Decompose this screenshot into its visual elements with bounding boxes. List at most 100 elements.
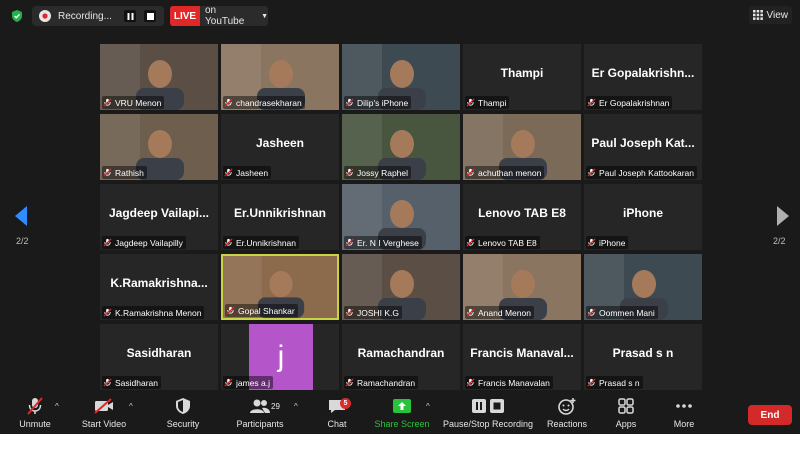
participant-name: Er. N I Verghese [357, 237, 419, 248]
participant-name: Prasad s n [599, 377, 640, 388]
page-indicator-right: 2/2 [773, 236, 786, 246]
live-badge: LIVE [170, 6, 200, 26]
participant-caption: Sasidharan [102, 376, 162, 389]
end-meeting-button[interactable]: End [748, 405, 792, 425]
participant-caption: iPhone [586, 236, 629, 249]
muted-mic-icon [345, 98, 354, 107]
participant-caption: Oommen Mani [586, 306, 658, 319]
participant-name: Francis Manavalan [478, 377, 550, 388]
participant-caption: Paul Joseph Kattookaran [586, 166, 697, 179]
participant-name: Thampi [478, 97, 507, 108]
participant-tile[interactable]: achuthan menon [463, 114, 581, 180]
pause-recording-button[interactable] [124, 10, 136, 22]
participant-tile[interactable]: Paul Joseph Kat... Paul Joseph Kattookara… [584, 114, 702, 180]
participant-display-name: Ramachandran [357, 346, 445, 360]
apps-label: Apps [615, 419, 637, 429]
apps-button[interactable]: Apps [612, 396, 640, 432]
participant-tile[interactable]: Er. N I Verghese [342, 184, 460, 250]
participant-tile[interactable]: iPhone iPhone [584, 184, 702, 250]
stop-recording-button[interactable] [144, 10, 156, 22]
muted-mic-icon [466, 168, 475, 177]
chevron-right-icon[interactable] [772, 205, 792, 227]
participant-name: Anand Menon [478, 307, 531, 318]
share-screen-icon [391, 396, 413, 416]
share-options-chevron[interactable]: ^ [426, 402, 430, 411]
participant-caption: JOSHI K.G [344, 306, 403, 319]
livestream-dropdown[interactable]: on YouTube ▼ [200, 5, 268, 27]
participant-tile[interactable]: JOSHI K.G [342, 254, 460, 320]
shield-icon[interactable] [10, 9, 24, 23]
participant-name: Oommen Mani [599, 307, 655, 318]
participant-tile[interactable]: Rathish [100, 114, 218, 180]
participant-name: Rathish [115, 167, 144, 178]
participant-tile[interactable]: Dilip's iPhone [342, 44, 460, 110]
more-button[interactable]: More [670, 396, 698, 432]
audio-options-chevron[interactable]: ^ [55, 402, 59, 411]
participant-name: Lenovo TAB E8 [478, 237, 537, 248]
cloud-record-icon [39, 10, 51, 22]
reactions-button[interactable]: Reactions [546, 396, 588, 432]
chevron-left-icon[interactable] [12, 205, 32, 227]
participant-tile[interactable]: chandrasekharan [221, 44, 339, 110]
muted-mic-icon [587, 238, 596, 247]
participant-caption: achuthan menon [465, 166, 545, 179]
participant-display-name: Er Gopalakrishn... [591, 66, 695, 80]
muted-mic-icon [466, 378, 475, 387]
participant-caption: VRU Menon [102, 96, 165, 109]
participant-tile[interactable]: VRU Menon [100, 44, 218, 110]
participant-caption: Jasheen [223, 166, 272, 179]
participant-name: Er Gopalakrishnan [599, 97, 670, 108]
participant-tile[interactable]: Jagdeep Vailapi... Jagdeep Vailapilly [100, 184, 218, 250]
participant-tile[interactable]: Prasad s n Prasad s n [584, 324, 702, 390]
participant-tile[interactable]: Er.Unnikrishnan Er.Unnikrishnan [221, 184, 339, 250]
view-button[interactable]: View [748, 6, 792, 24]
participant-display-name: Lenovo TAB E8 [478, 206, 566, 220]
participant-caption: Rathish [102, 166, 147, 179]
security-button[interactable]: Security [164, 396, 202, 432]
participant-display-name: Jagdeep Vailapi... [108, 206, 210, 220]
unmute-button[interactable]: Unmute [16, 396, 54, 432]
participant-tile[interactable]: Anand Menon [463, 254, 581, 320]
security-label: Security [166, 419, 200, 429]
reactions-label: Reactions [546, 419, 588, 429]
start-video-button[interactable]: Start Video [80, 396, 128, 432]
participant-caption: Er Gopalakrishnan [586, 96, 673, 109]
recording-label: Recording... [58, 10, 112, 22]
participant-tile[interactable]: Thampi Thampi [463, 44, 581, 110]
participant-display-name: Francis Manaval... [470, 346, 574, 360]
participant-tile[interactable]: Gopal Shankar [221, 254, 339, 320]
participant-tile[interactable]: Oommen Mani [584, 254, 702, 320]
participant-display-name: Sasidharan [126, 346, 192, 360]
participant-display-name: K.Ramakrishna... [110, 276, 208, 290]
participant-tile[interactable]: Er Gopalakrishn... Er Gopalakrishnan [584, 44, 702, 110]
pause-icon [127, 12, 133, 20]
participant-tile[interactable]: K.Ramakrishna... K.Ramakrishna Menon [100, 254, 218, 320]
participant-tile[interactable]: Ramachandran Ramachandran [342, 324, 460, 390]
participant-tile[interactable]: Jasheen Jasheen [221, 114, 339, 180]
participants-options-chevron[interactable]: ^ [294, 402, 298, 411]
participant-name: chandrasekharan [236, 97, 302, 108]
participant-tile[interactable]: Sasidharan Sasidharan [100, 324, 218, 390]
video-options-chevron[interactable]: ^ [129, 402, 133, 411]
participant-name: Sasidharan [115, 377, 159, 388]
pause-stop-recording-icon [468, 396, 508, 416]
livestream-label: on YouTube [205, 5, 245, 27]
pause-stop-recording-button[interactable]: Pause/Stop Recording [443, 396, 533, 432]
stop-icon [146, 12, 154, 20]
security-icon [172, 396, 194, 416]
participant-tile[interactable]: Francis Manaval... Francis Manavalan [463, 324, 581, 390]
participant-caption: Francis Manavalan [465, 376, 553, 389]
video-off-icon [93, 396, 115, 416]
participant-tile[interactable]: Lenovo TAB E8 Lenovo TAB E8 [463, 184, 581, 250]
chat-unread-badge: 5 [340, 398, 351, 409]
start-video-label: Start Video [81, 419, 127, 429]
muted-mic-icon [224, 168, 233, 177]
participant-caption: Ramachandran [344, 376, 419, 389]
muted-mic-icon [587, 168, 596, 177]
participants-count: 29 [271, 402, 280, 411]
participant-tile[interactable]: j james a.j [221, 324, 339, 390]
participant-tile[interactable]: Jossy Raphel [342, 114, 460, 180]
muted-mic-icon [466, 98, 475, 107]
share-screen-button[interactable]: Share Screen [372, 396, 432, 432]
more-label: More [673, 419, 695, 429]
